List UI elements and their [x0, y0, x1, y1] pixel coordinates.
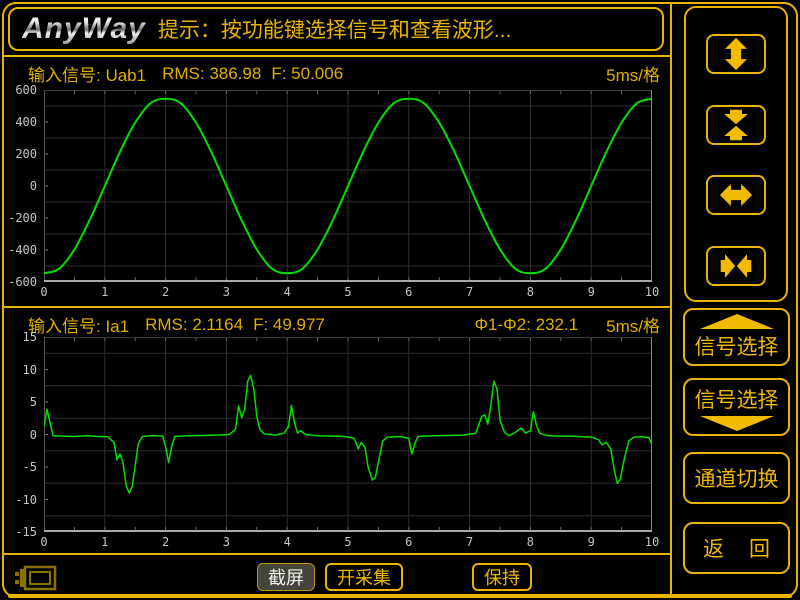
x-tick-label: 5: [335, 285, 361, 299]
expand-vertical-icon: [718, 37, 754, 71]
hold-button[interactable]: 保持: [472, 563, 532, 591]
current-x-axis-labels: 012345678910: [44, 535, 652, 549]
signal-select-down-label: 信号选择: [695, 384, 779, 414]
zoom-controls-panel: [684, 6, 788, 302]
compress-horizontal-icon: [718, 249, 754, 283]
voltage-frequency-value: F: 50.006: [271, 64, 343, 84]
x-tick-label: 6: [396, 535, 422, 549]
x-tick-label: 5: [335, 535, 361, 549]
current-signal-label: 输入信号: Ia1: [28, 312, 129, 337]
current-y-axis-labels: 151050-5-10-15: [0, 337, 40, 532]
y-tick-label: 0: [30, 428, 37, 442]
expand-horizontal-button[interactable]: [706, 175, 766, 215]
x-tick-label: 7: [457, 285, 483, 299]
current-waveform-plot: [44, 337, 652, 532]
x-tick-label: 0: [31, 285, 57, 299]
signal-select-up-label: 信号选择: [695, 331, 779, 361]
current-rms-value: RMS: 2.1164: [145, 315, 243, 335]
x-tick-label: 8: [517, 285, 543, 299]
back-label-right: 回: [749, 533, 770, 563]
x-tick-label: 2: [153, 285, 179, 299]
x-tick-label: 6: [396, 285, 422, 299]
title-divider: [4, 55, 670, 57]
x-tick-label: 4: [274, 535, 300, 549]
compress-vertical-icon: [718, 108, 754, 142]
x-tick-label: 8: [517, 535, 543, 549]
back-label-left: 返: [703, 533, 724, 563]
battery-icon: [13, 564, 57, 597]
y-tick-label: 200: [15, 147, 37, 161]
y-tick-label: 0: [30, 179, 37, 193]
x-tick-label: 0: [31, 535, 57, 549]
voltage-signal-label: 输入信号: Uab1: [28, 61, 146, 86]
triangle-down-icon: [700, 416, 774, 431]
channel-switch-button[interactable]: 通道切换: [683, 452, 790, 504]
hint-text: 提示：按功能键选择信号和查看波形...: [158, 14, 512, 44]
status-divider: [4, 553, 670, 555]
x-tick-label: 4: [274, 285, 300, 299]
x-tick-label: 10: [639, 285, 665, 299]
voltage-timebase: 5ms/格: [606, 61, 660, 86]
start-acquisition-button[interactable]: 开采集: [325, 563, 403, 591]
y-tick-label: -400: [8, 243, 37, 257]
y-tick-label: 400: [15, 115, 37, 129]
triangle-up-icon: [700, 314, 774, 329]
compress-vertical-button[interactable]: [706, 105, 766, 145]
compress-horizontal-button[interactable]: [706, 246, 766, 286]
x-tick-label: 7: [457, 535, 483, 549]
y-tick-label: 5: [30, 395, 37, 409]
bottom-accent-band: [8, 594, 792, 598]
y-tick-label: -5: [23, 460, 37, 474]
voltage-y-axis-labels: 6004002000-200-400-600: [0, 90, 40, 282]
current-chart-header: 输入信号: Ia1 RMS: 2.1164 F: 49.977 Φ1-Φ2: 2…: [28, 312, 660, 337]
x-tick-label: 1: [92, 285, 118, 299]
y-tick-label: 10: [23, 363, 37, 377]
x-tick-label: 2: [153, 535, 179, 549]
current-timebase: 5ms/格: [606, 312, 660, 337]
chart-divider: [4, 306, 670, 308]
y-tick-label: 600: [15, 83, 37, 97]
x-tick-label: 9: [578, 285, 604, 299]
signal-select-down-button[interactable]: 信号选择: [683, 378, 790, 436]
power-analyzer-screen: AnyWay 提示：按功能键选择信号和查看波形... 输入信号: Uab1 RM…: [0, 0, 800, 600]
channel-switch-label: 通道切换: [695, 463, 779, 493]
anyway-logo: AnyWay: [22, 12, 146, 46]
x-tick-label: 3: [213, 285, 239, 299]
expand-horizontal-icon: [718, 178, 754, 212]
voltage-waveform-plot: [44, 90, 652, 282]
x-tick-label: 9: [578, 535, 604, 549]
y-tick-label: -10: [15, 493, 37, 507]
x-tick-label: 10: [639, 535, 665, 549]
x-tick-label: 3: [213, 535, 239, 549]
screenshot-button[interactable]: 截屏: [257, 563, 315, 591]
x-tick-label: 1: [92, 535, 118, 549]
signal-select-up-button[interactable]: 信号选择: [683, 308, 790, 366]
y-tick-label: -200: [8, 211, 37, 225]
title-bar: AnyWay 提示：按功能键选择信号和查看波形...: [8, 7, 664, 51]
voltage-rms-value: RMS: 386.98: [162, 64, 261, 84]
voltage-chart-header: 输入信号: Uab1 RMS: 386.98 F: 50.006 5ms/格: [28, 61, 660, 86]
expand-vertical-button[interactable]: [706, 34, 766, 74]
voltage-x-axis-labels: 012345678910: [44, 285, 652, 299]
phase-difference-value: Φ1-Φ2: 232.1: [474, 315, 578, 335]
current-frequency-value: F: 49.977: [253, 315, 325, 335]
back-button[interactable]: 返 回: [683, 522, 790, 574]
y-tick-label: 15: [23, 330, 37, 344]
panel-divider: [670, 4, 672, 594]
